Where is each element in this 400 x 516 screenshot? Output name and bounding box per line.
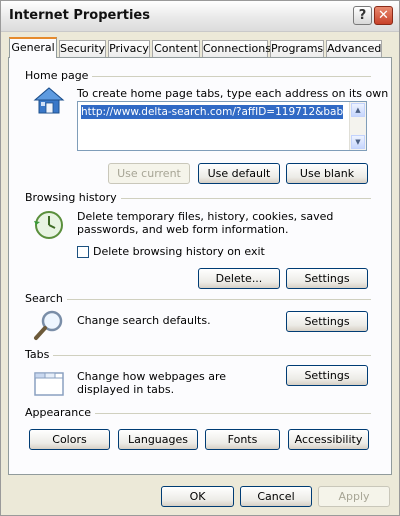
history-settings-button[interactable]: Settings xyxy=(286,268,368,289)
fonts-button[interactable]: Fonts xyxy=(205,429,280,450)
magnifier-icon xyxy=(34,310,63,340)
tabs-description: Change how webpages are displayed in tab… xyxy=(77,370,227,396)
search-settings-button[interactable]: Settings xyxy=(286,311,368,332)
colors-button[interactable]: Colors xyxy=(29,429,110,450)
accessibility-button[interactable]: Accessibility xyxy=(288,429,369,450)
tab-programs[interactable]: Programs xyxy=(270,40,324,57)
divider xyxy=(89,413,371,414)
help-button[interactable]: ? xyxy=(353,6,372,25)
divider xyxy=(71,76,371,77)
apply-button[interactable]: Apply xyxy=(318,486,390,507)
scroll-down-arrow-icon[interactable]: ▼ xyxy=(351,135,365,149)
home-page-url-value[interactable]: http://www.delta-search.com/?affID=11971… xyxy=(81,105,343,119)
languages-button[interactable]: Languages xyxy=(118,429,198,450)
divider xyxy=(101,198,371,199)
use-current-button[interactable]: Use current xyxy=(108,163,190,184)
tab-security[interactable]: Security xyxy=(59,40,106,57)
browsing-history-description: Delete temporary files, history, cookies… xyxy=(77,210,334,236)
ok-button[interactable]: OK xyxy=(161,486,234,507)
use-default-button[interactable]: Use default xyxy=(198,163,280,184)
search-heading: Search xyxy=(25,292,67,305)
delete-history-on-exit-label[interactable]: Delete browsing history on exit xyxy=(93,245,265,258)
tabbed-window-icon xyxy=(34,372,64,396)
tab-connections[interactable]: Connections xyxy=(202,40,271,57)
tabs-settings-button[interactable]: Settings xyxy=(286,365,368,386)
tab-general[interactable]: General xyxy=(9,37,57,58)
close-button[interactable]: ✕ xyxy=(374,6,393,25)
cancel-button[interactable]: Cancel xyxy=(240,486,312,507)
tabs-heading: Tabs xyxy=(25,348,54,361)
appearance-heading: Appearance xyxy=(25,406,96,419)
browsing-history-heading: Browsing history xyxy=(25,191,121,204)
url-field-scrollbar[interactable]: ▲ ▼ xyxy=(349,102,366,150)
window-title: Internet Properties xyxy=(9,8,150,23)
delete-history-on-exit-checkbox[interactable] xyxy=(77,246,89,258)
divider xyxy=(51,355,371,356)
internet-properties-dialog: Internet Properties ? ✕ General Security… xyxy=(0,0,400,516)
use-blank-button[interactable]: Use blank xyxy=(286,163,368,184)
scroll-up-arrow-icon[interactable]: ▲ xyxy=(351,103,365,117)
history-clock-icon xyxy=(34,211,63,239)
house-icon xyxy=(33,87,65,114)
divider xyxy=(63,299,371,300)
home-page-heading: Home page xyxy=(25,69,93,82)
home-page-url-field[interactable]: http://www.delta-search.com/?affID=11971… xyxy=(77,101,367,151)
tab-privacy[interactable]: Privacy xyxy=(108,40,150,57)
search-description: Change search defaults. xyxy=(77,314,211,327)
delete-history-button[interactable]: Delete... xyxy=(198,268,280,289)
tab-content[interactable]: Content xyxy=(152,40,200,57)
title-bar[interactable]: Internet Properties ? ✕ xyxy=(1,1,399,32)
tab-advanced[interactable]: Advanced xyxy=(326,40,382,57)
